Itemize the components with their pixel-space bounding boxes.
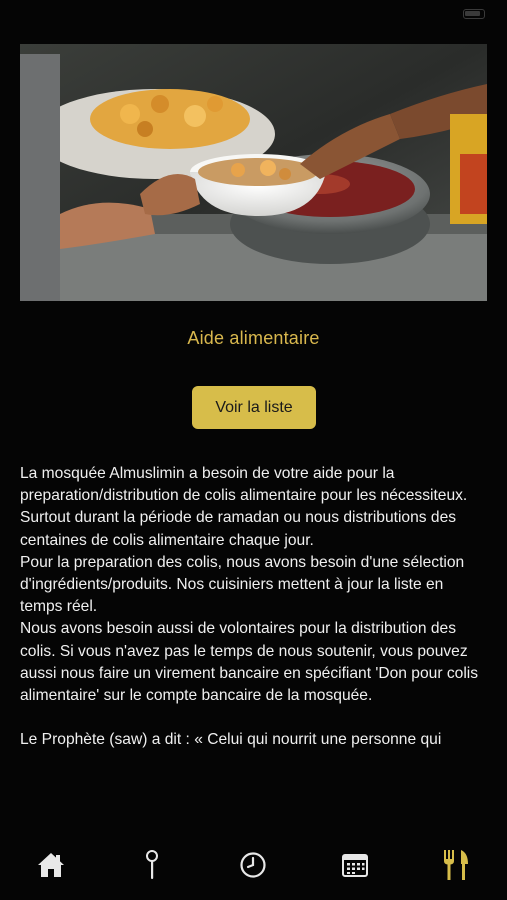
hero-image bbox=[20, 44, 487, 301]
clock-icon bbox=[240, 852, 267, 878]
tab-location[interactable] bbox=[122, 848, 182, 882]
description-text: La mosquée Almuslimin a besoin de votre … bbox=[20, 465, 479, 749]
home-icon bbox=[37, 853, 64, 877]
status-icons bbox=[463, 9, 485, 19]
food-distribution-photo bbox=[20, 44, 487, 301]
fork-knife-icon bbox=[444, 850, 469, 880]
calendar-icon bbox=[341, 854, 368, 877]
battery-icon bbox=[463, 9, 485, 19]
status-bar bbox=[0, 0, 507, 28]
view-list-button[interactable]: Voir la liste bbox=[192, 386, 316, 429]
pin-icon bbox=[146, 850, 159, 879]
tab-bar bbox=[0, 832, 507, 900]
screen: Aide alimentaire Voir la liste La mosqué… bbox=[0, 0, 507, 900]
tab-food-aid[interactable] bbox=[426, 848, 486, 882]
tab-home[interactable] bbox=[21, 848, 81, 882]
tab-calendar[interactable] bbox=[325, 848, 385, 882]
page-title: Aide alimentaire bbox=[187, 328, 320, 348]
tab-prayer-times[interactable] bbox=[223, 848, 283, 882]
